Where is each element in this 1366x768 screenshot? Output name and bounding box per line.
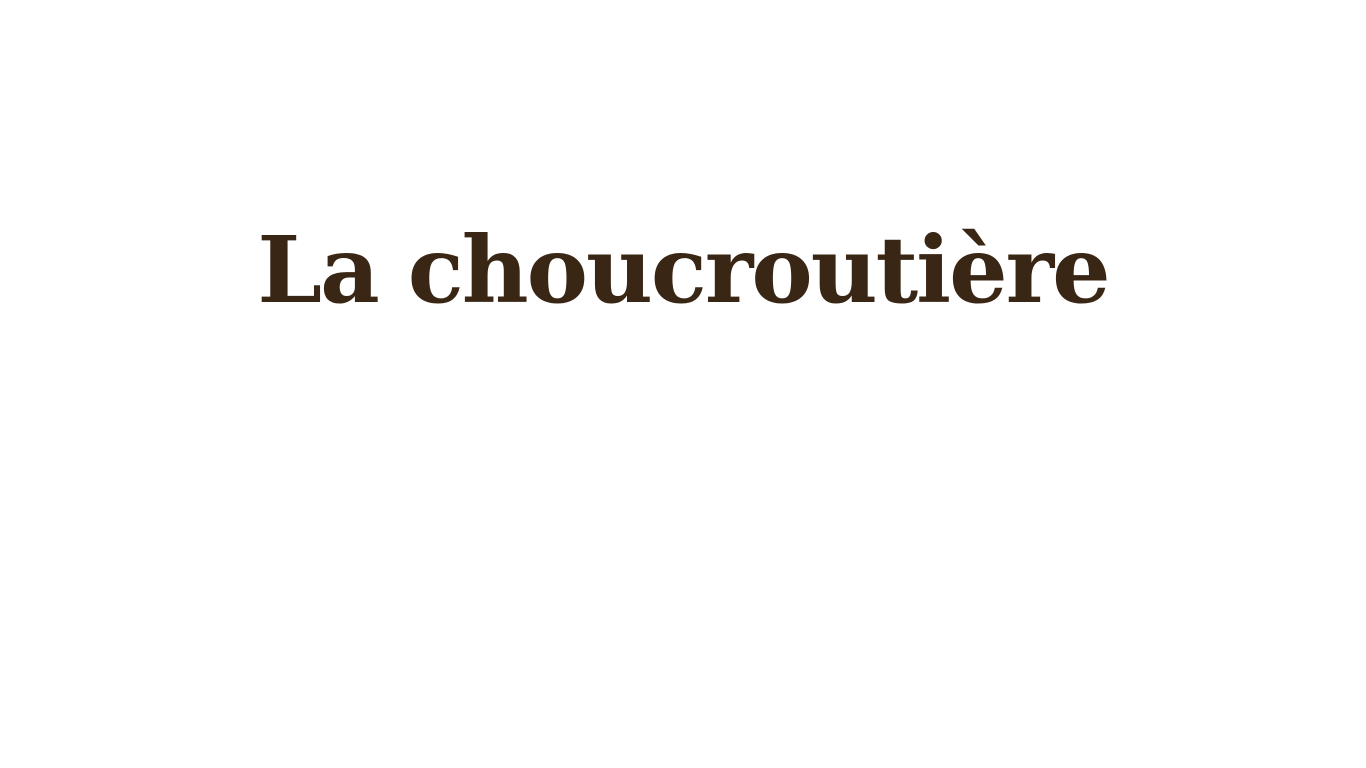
page-title: La choucroutière [257, 216, 1110, 324]
page-canvas: La choucroutière [0, 0, 1366, 768]
